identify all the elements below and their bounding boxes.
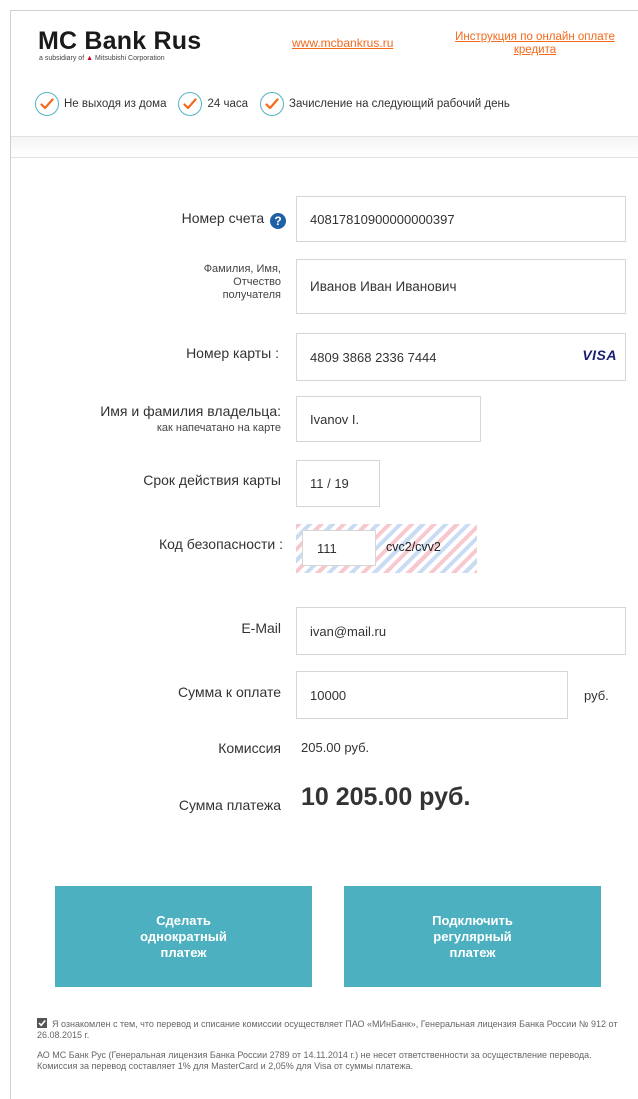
holder-label: Имя и фамилия владельца:	[100, 403, 281, 419]
cvc-input[interactable]: 111	[302, 530, 376, 566]
recipient-label: Фамилия, Имя, Отчество получателя	[91, 263, 281, 302]
agreement-checkbox[interactable]	[37, 1018, 47, 1028]
feature-item: Не выходя из дома	[35, 92, 166, 116]
button-line: регулярный	[433, 928, 512, 944]
amount-input[interactable]: 10000	[296, 671, 568, 719]
expiry-input[interactable]: 11 / 19	[296, 460, 380, 507]
feature-label: Зачисление на следующий рабочий день	[289, 98, 510, 110]
logo-subtitle: a subsidiary of ▲ Mitsubishi Corporation	[39, 55, 165, 62]
button-line: однократный	[140, 928, 227, 944]
site-link[interactable]: www.mcbankrus.ru	[292, 36, 393, 50]
header-divider	[11, 136, 638, 156]
button-line: Сделать	[156, 912, 211, 928]
header-divider-line	[11, 157, 638, 158]
email-label: E-Mail	[241, 620, 281, 636]
one-time-payment-button[interactable]: Сделать однократный платеж	[55, 886, 312, 987]
account-label: Номер счета ?	[51, 210, 286, 229]
feature-label: 24 часа	[207, 98, 248, 110]
recipient-label-line: получателя	[222, 289, 281, 301]
instruction-link[interactable]: Инструкция по онлайн оплате кредита	[445, 31, 625, 57]
logo-subtitle-prefix: a subsidiary of	[39, 55, 85, 62]
agreement-text: Я ознакомлен с тем, что перевод и списан…	[37, 1018, 627, 1041]
email-input[interactable]: ivan@mail.ru	[296, 607, 626, 655]
total-label: Сумма платежа	[178, 797, 281, 813]
feature-item: Зачисление на следующий рабочий день	[260, 92, 510, 116]
recipient-label-line: Отчество	[233, 276, 281, 288]
commission-label: Комиссия	[218, 740, 281, 756]
commission-value: 205.00 руб.	[301, 740, 370, 755]
button-line: Подключить	[432, 912, 513, 928]
mitsubishi-logo-icon: ▲	[86, 55, 94, 62]
check-circle-icon	[35, 92, 59, 116]
cvc-hint: cvc2/cvv2	[386, 540, 441, 554]
recurring-payment-button[interactable]: Подключить регулярный платеж	[344, 886, 601, 987]
check-circle-icon	[178, 92, 203, 116]
help-icon[interactable]: ?	[270, 213, 286, 229]
check-circle-icon	[260, 92, 284, 116]
bank-logo: MC Bank Rus	[38, 27, 202, 55]
button-line: платеж	[449, 944, 496, 960]
feature-item: 24 часа	[178, 92, 248, 116]
amount-label: Сумма к оплате	[178, 684, 281, 700]
amount-currency: руб.	[584, 688, 609, 703]
cvc-label: Код безопасности :	[159, 536, 283, 552]
account-label-text: Номер счета	[181, 210, 265, 226]
disclaimer-text: АО МС Банк Рус (Генеральная лицензия Бан…	[37, 1050, 592, 1071]
agreement-label: Я ознакомлен с тем, что перевод и списан…	[37, 1019, 618, 1040]
logo-subtitle-brand: Mitsubishi Corporation	[94, 55, 165, 62]
cvc-box: 111 cvc2/cvv2	[296, 524, 477, 573]
holder-input[interactable]: Ivanov I.	[296, 396, 481, 442]
account-input[interactable]: 40817810900000000397	[296, 196, 626, 242]
button-line: платеж	[160, 944, 207, 960]
card-number-value: 4809 3868 2336 7444	[310, 349, 437, 365]
card-number-input[interactable]: 4809 3868 2336 7444 VISA	[296, 333, 626, 381]
visa-logo-icon: VISA	[582, 347, 617, 363]
features-bar: Не выходя из дома 24 часа Зачисление на …	[35, 90, 522, 118]
card-number-label: Номер карты :	[186, 345, 279, 361]
feature-label: Не выходя из дома	[64, 98, 167, 110]
expiry-label: Срок действия карты	[143, 472, 281, 488]
payment-page: MC Bank Rus a subsidiary of ▲ Mitsubishi…	[10, 10, 638, 1099]
recipient-input[interactable]: Иванов Иван Иванович	[296, 259, 626, 314]
total-value: 10 205.00 руб.	[301, 783, 471, 811]
recipient-label-line: Фамилия, Имя,	[203, 263, 281, 275]
holder-hint: как напечатано на карте	[156, 422, 281, 434]
